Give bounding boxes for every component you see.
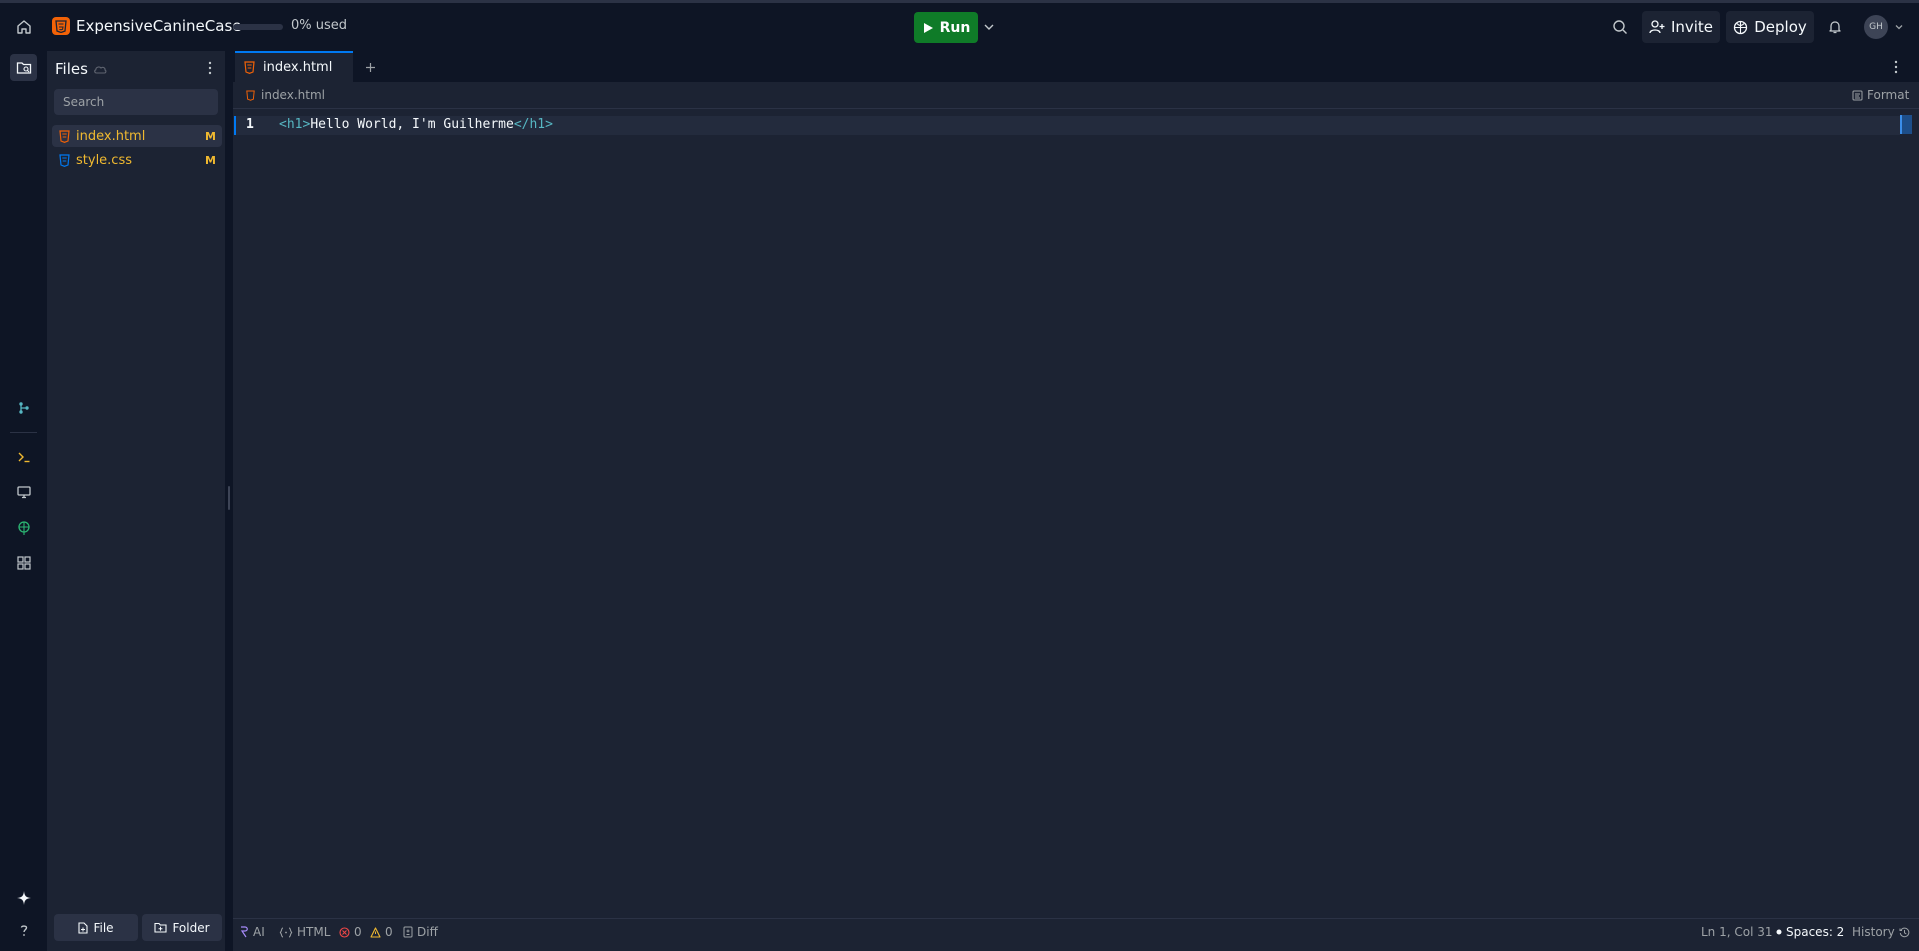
format-button[interactable]: Format (1852, 88, 1909, 102)
tab-index-html[interactable]: index.html (235, 51, 353, 82)
file-name: index.html (76, 128, 146, 144)
modified-flag: M (205, 129, 216, 143)
editor-more-vertical-icon[interactable] (1888, 57, 1904, 77)
warnings-status[interactable]: 0 (370, 925, 393, 939)
new-folder-icon (154, 922, 168, 933)
minimap-scroll-marker[interactable] (1900, 115, 1912, 134)
editor-area (233, 51, 1919, 951)
modified-flag: M (205, 153, 216, 167)
cursor-position-label: Ln 1, Col 31 (1701, 925, 1773, 939)
usage-progress-bar (233, 24, 283, 30)
new-folder-label: Folder (172, 920, 210, 935)
run-button[interactable]: Run (914, 12, 978, 43)
user-avatar[interactable]: GH (1864, 15, 1888, 39)
breadcrumb: index.html (244, 88, 325, 102)
ai-icon (240, 926, 249, 938)
search-icon[interactable] (1608, 15, 1632, 39)
run-label: Run (939, 19, 971, 36)
ai-sparkle-icon[interactable] (10, 884, 37, 911)
warning-triangle-icon (370, 926, 381, 938)
diff-icon (403, 926, 413, 938)
tag-bracket: < (279, 117, 287, 132)
html-project-logo-icon (52, 17, 70, 35)
css-file-icon (58, 153, 70, 167)
invite-label: Invite (1670, 18, 1714, 36)
new-file-label: File (93, 920, 114, 935)
files-more-vertical-icon[interactable] (201, 58, 219, 78)
indentation-button[interactable]: Spaces: 2 (1776, 925, 1844, 939)
deploy-globe-icon (1733, 20, 1748, 35)
add-user-icon (1649, 20, 1665, 34)
new-folder-button[interactable]: Folder (142, 914, 222, 941)
warning-count: 0 (385, 925, 393, 939)
ai-label: AI (253, 925, 265, 939)
html-file-icon (244, 88, 256, 102)
help-question-icon[interactable] (10, 916, 37, 943)
html-file-icon (58, 129, 70, 143)
webview-monitor-icon[interactable] (10, 478, 37, 505)
invite-button[interactable]: Invite (1642, 11, 1720, 43)
repl-name[interactable]: ExpensiveCanineCase (76, 17, 241, 35)
diff-button[interactable]: Diff (403, 925, 438, 939)
editor-tab-bar (233, 51, 1919, 82)
language-label: HTML (297, 925, 331, 939)
shell-terminal-icon[interactable] (10, 443, 37, 470)
dot-icon (1776, 929, 1782, 935)
cloud-sync-icon (92, 61, 108, 77)
html-file-icon (243, 61, 255, 75)
breadcrumb-file[interactable]: index.html (261, 88, 325, 102)
tab-label: index.html (263, 60, 333, 75)
file-panel (47, 51, 225, 951)
file-search-input[interactable] (54, 89, 218, 115)
history-clock-icon (1899, 927, 1910, 938)
home-icon[interactable] (13, 16, 35, 38)
files-explorer-icon[interactable] (10, 54, 37, 81)
rail-divider (10, 432, 37, 433)
status-bar-divider (233, 918, 1919, 919)
code-line[interactable]: <h1>Hello World, I'm Guilherme</h1> (279, 117, 553, 132)
deployments-globe-icon[interactable] (10, 514, 37, 541)
code-text: Hello World, I'm Guilherme (310, 117, 514, 132)
diff-label: Diff (417, 925, 438, 939)
files-panel-title: Files (55, 60, 88, 78)
tag-name: h1 (529, 117, 546, 132)
all-tools-grid-icon[interactable] (10, 549, 37, 576)
line-number: 1 (246, 117, 254, 132)
error-count: 0 (354, 925, 362, 939)
editor-header-divider (233, 108, 1919, 109)
splitter-grip[interactable] (228, 486, 230, 510)
git-branch-icon[interactable] (10, 394, 37, 421)
run-options-chevron-down-icon[interactable] (980, 17, 998, 37)
tag-name: h1 (286, 117, 303, 132)
spaces-label: Spaces: 2 (1786, 925, 1845, 939)
ai-status-button[interactable]: AI (240, 925, 265, 939)
notifications-bell-icon[interactable] (1823, 15, 1847, 39)
language-button[interactable]: HTML (279, 925, 330, 939)
format-label: Format (1867, 88, 1910, 102)
play-icon (922, 22, 934, 34)
account-chevron-down-icon[interactable] (1892, 19, 1906, 35)
tag-bracket: > (545, 117, 553, 132)
deploy-label: Deploy (1754, 18, 1807, 36)
errors-status[interactable]: 0 (339, 925, 362, 939)
error-circle-icon (339, 926, 350, 938)
code-braces-icon (279, 927, 293, 938)
history-button[interactable]: History (1852, 925, 1910, 939)
file-name: style.css (76, 152, 132, 168)
new-file-icon (78, 921, 89, 934)
cursor-position[interactable]: Ln 1, Col 31 (1701, 925, 1773, 939)
usage-text: 0% used (291, 18, 348, 33)
new-file-button[interactable]: File (54, 914, 138, 941)
new-tab-plus-icon[interactable] (360, 57, 380, 77)
file-item-index-html[interactable]: index.html M (52, 125, 222, 147)
format-icon (1852, 90, 1863, 101)
history-label: History (1852, 925, 1895, 939)
file-item-style-css[interactable]: style.css M (52, 149, 222, 171)
panel-splitter[interactable] (225, 51, 233, 951)
tag-bracket: </ (513, 117, 530, 132)
deploy-button[interactable]: Deploy (1726, 11, 1814, 43)
